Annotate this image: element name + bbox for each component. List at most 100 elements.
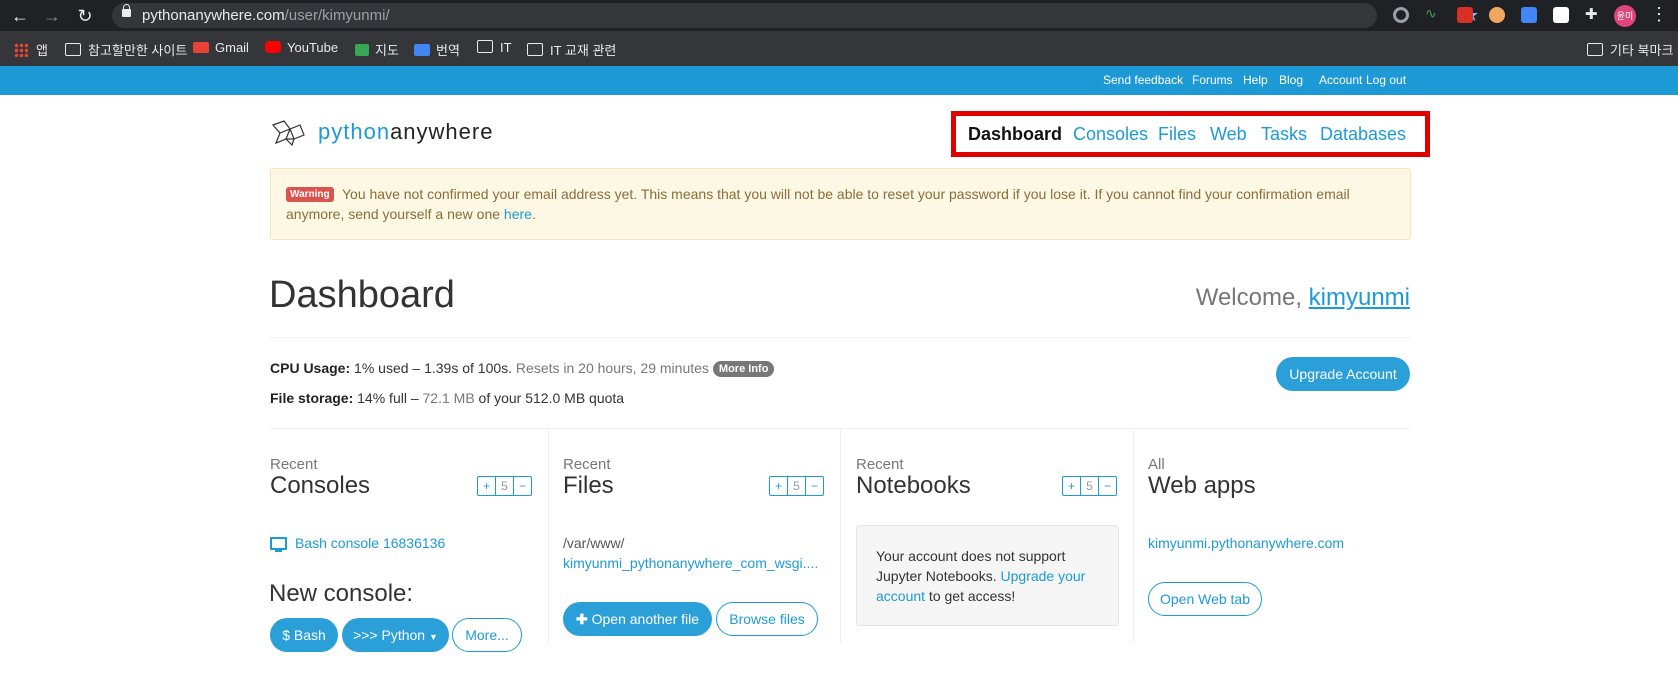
- bookmark-folder[interactable]: IT: [477, 40, 512, 55]
- notebooks-upgrade-notice: Your account does not support Jupyter No…: [856, 525, 1119, 626]
- notebooks-subtitle: Recent: [856, 456, 904, 473]
- column-divider: [840, 428, 841, 643]
- avatar[interactable]: 윤미: [1614, 5, 1636, 27]
- blog-link[interactable]: Blog: [1279, 73, 1303, 87]
- username-link[interactable]: kimyunmi: [1309, 284, 1410, 311]
- address-bar[interactable]: pythonanywhere.com/user/kimyunmi/ ★: [112, 3, 1479, 28]
- webapps-subtitle: All: [1148, 456, 1165, 473]
- warning-badge: Warning: [286, 187, 334, 202]
- plus-icon: ✚: [575, 611, 588, 627]
- browse-files-button[interactable]: Browse files: [716, 602, 818, 636]
- bookmark-folder[interactable]: 참고할만한 사이트: [65, 40, 187, 59]
- upgrade-account-button[interactable]: Upgrade Account: [1276, 357, 1410, 391]
- extension-icon[interactable]: [1553, 7, 1569, 23]
- forward-icon[interactable]: →: [42, 6, 62, 26]
- webapps-title: Web apps: [1148, 472, 1256, 499]
- files-count-stepper: + 5 −: [769, 476, 824, 496]
- nav-web[interactable]: Web: [1210, 124, 1247, 145]
- bookmark-other[interactable]: 기타 북마크: [1587, 40, 1673, 59]
- apps-grid-icon: [14, 43, 28, 57]
- monitor-icon: [270, 537, 287, 552]
- nav-consoles[interactable]: Consoles: [1073, 124, 1148, 145]
- new-bash-console-button[interactable]: $ Bash: [270, 618, 338, 652]
- count-value: 5: [788, 477, 806, 495]
- send-feedback-link[interactable]: Send feedback: [1103, 73, 1183, 87]
- pythonanywhere-logo-icon[interactable]: [270, 119, 308, 147]
- help-link[interactable]: Help: [1243, 73, 1268, 87]
- column-divider: [1133, 428, 1134, 643]
- extension-icon[interactable]: [1393, 7, 1409, 23]
- more-menu-icon[interactable]: ⋮: [1650, 4, 1668, 25]
- webapp-link[interactable]: kimyunmi.pythonanywhere.com: [1148, 535, 1344, 551]
- bookmark-gmail[interactable]: Gmail: [193, 40, 249, 55]
- account-link[interactable]: Account: [1319, 73, 1362, 87]
- welcome-message: Welcome, kimyunmi: [1195, 284, 1410, 311]
- log-out-link[interactable]: Log out: [1366, 73, 1406, 87]
- more-consoles-button[interactable]: More...: [452, 618, 522, 652]
- extension-icon[interactable]: [1521, 7, 1537, 23]
- maps-icon: [355, 44, 369, 56]
- files-title: Files: [563, 472, 614, 499]
- puzzle-icon[interactable]: ✚: [1585, 5, 1601, 23]
- folder-icon: [1587, 43, 1603, 56]
- nav-files[interactable]: Files: [1158, 124, 1196, 145]
- increase-button[interactable]: +: [770, 477, 788, 495]
- logo-wordmark[interactable]: pythonanywhere: [318, 119, 493, 145]
- caret-down-icon: ▼: [428, 632, 438, 642]
- gmail-icon: [193, 42, 209, 53]
- bookmark-youtube[interactable]: YouTube: [265, 40, 338, 55]
- divider: [270, 337, 1410, 338]
- folder-icon: [527, 43, 543, 56]
- bookmark-folder[interactable]: IT 교재 관련: [527, 40, 616, 59]
- decrease-button[interactable]: −: [514, 477, 531, 495]
- notebooks-count-stepper: + 5 −: [1062, 476, 1117, 496]
- decrease-button[interactable]: −: [1099, 477, 1116, 495]
- bookmarks-bar: 앱 참고할만한 사이트 Gmail YouTube 지도 번역 IT IT 교재…: [0, 31, 1678, 66]
- increase-button[interactable]: +: [478, 477, 496, 495]
- forums-link[interactable]: Forums: [1192, 73, 1233, 87]
- column-divider: [548, 428, 549, 643]
- email-warning: You have not confirmed your email addres…: [270, 168, 1411, 240]
- decrease-button[interactable]: −: [806, 477, 823, 495]
- nav-databases[interactable]: Databases: [1320, 124, 1406, 145]
- folder-icon: [477, 40, 493, 53]
- translate-icon: [414, 44, 430, 56]
- file-storage: File storage: 14% full – 72.1 MB of your…: [270, 390, 625, 406]
- consoles-title: Consoles: [270, 472, 371, 499]
- open-web-tab-button[interactable]: Open Web tab: [1148, 582, 1262, 616]
- count-value: 5: [1081, 477, 1099, 495]
- browser-toolbar: ← → ↻ pythonanywhere.com/user/kimyunmi/ …: [0, 0, 1678, 31]
- url-text: pythonanywhere.com/user/kimyunmi/: [142, 7, 390, 24]
- count-value: 5: [496, 477, 514, 495]
- warning-text: You have not confirmed your email addres…: [286, 186, 1350, 222]
- increase-button[interactable]: +: [1063, 477, 1081, 495]
- recent-file-link[interactable]: kimyunmi_pythonanywhere_com_wsgi....: [563, 555, 818, 571]
- folder-icon: [65, 43, 81, 56]
- notebooks-title: Notebooks: [856, 472, 971, 499]
- cpu-usage: CPU Usage: 1% used – 1.39s of 100s. Rese…: [270, 360, 775, 377]
- main-nav-highlight: Dashboard Consoles Files Web Tasks Datab…: [951, 111, 1430, 157]
- extension-icon[interactable]: [1457, 7, 1473, 23]
- bookmark-maps[interactable]: 지도: [355, 40, 399, 59]
- extension-icon[interactable]: ∿: [1425, 5, 1441, 21]
- more-info-badge[interactable]: More Info: [712, 361, 775, 377]
- back-icon[interactable]: ←: [10, 6, 30, 26]
- new-console-heading: New console:: [269, 580, 414, 607]
- new-python-console-button[interactable]: >>> Python ▼: [342, 618, 449, 652]
- top-links-bar: Send feedback Forums Help Blog Account L…: [0, 66, 1678, 95]
- lock-icon: [122, 4, 131, 17]
- extension-icon[interactable]: [1489, 7, 1505, 23]
- consoles-count-stepper: + 5 −: [477, 476, 532, 496]
- nav-tasks[interactable]: Tasks: [1261, 124, 1307, 145]
- bookmark-apps[interactable]: 앱: [14, 40, 48, 59]
- nav-dashboard[interactable]: Dashboard: [968, 124, 1062, 145]
- bookmark-translate[interactable]: 번역: [414, 40, 460, 59]
- open-another-file-button[interactable]: ✚ Open another file: [563, 602, 712, 636]
- resend-confirmation-link[interactable]: here: [504, 206, 532, 222]
- page-title: Dashboard: [269, 274, 455, 316]
- notebooks-message: Your account does not support Jupyter No…: [876, 548, 1086, 604]
- consoles-subtitle: Recent: [270, 456, 318, 473]
- reload-icon[interactable]: ↻: [75, 6, 95, 26]
- recent-file-dir: /var/www/: [563, 535, 625, 551]
- bash-console-link[interactable]: Bash console 16836136: [295, 535, 445, 551]
